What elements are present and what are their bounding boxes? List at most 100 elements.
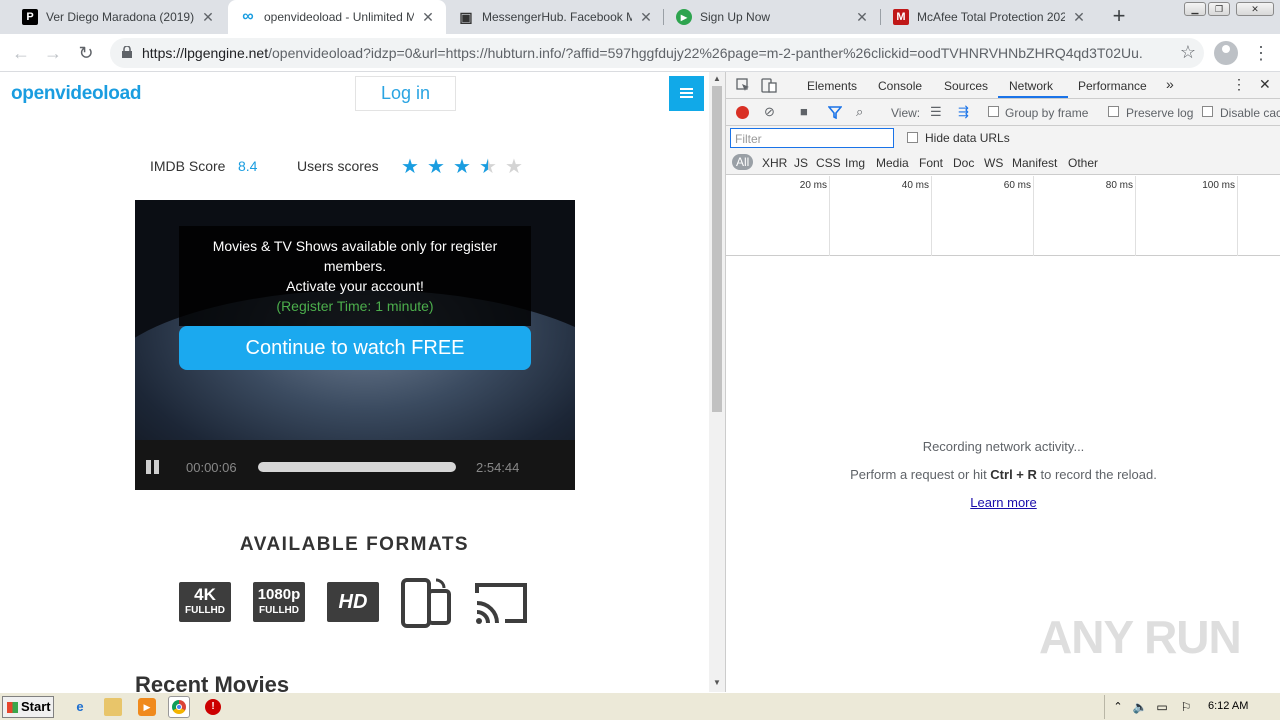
filter-row: Filter Hide data URLs [726,126,1280,151]
hide-data-urls-checkbox[interactable] [907,132,918,143]
close-tab-icon[interactable]: ✕ [1071,9,1087,25]
devtools-tab-sources[interactable]: Sources [944,79,988,93]
minimize-button[interactable]: ▁ [1184,2,1206,16]
timeline-tick: 80 ms [1105,180,1133,191]
type-filter-js[interactable]: JS [794,156,808,170]
browser-tab-active[interactable]: ∞ openvideoload - Unlimited Movie ✕ [228,0,446,34]
internet-explorer-icon[interactable]: e [71,698,89,716]
devtools-tab-console[interactable]: Console [878,79,922,93]
forward-arrow-icon[interactable]: → [41,41,65,65]
close-devtools-icon[interactable]: ✕ [1259,76,1271,93]
security-alert-icon[interactable]: ! [205,699,221,715]
close-tab-icon[interactable]: ✕ [200,9,216,25]
large-rows-icon[interactable]: ☰ [930,104,942,120]
progress-bar[interactable] [258,462,456,472]
shortcut-keys: Ctrl + R [990,467,1037,482]
group-by-frame-checkbox[interactable] [988,106,999,117]
browser-menu-icon[interactable]: ⋮ [1252,41,1270,65]
timeline-tick: 60 ms [1003,180,1031,191]
devtools-tab-performance[interactable]: Performance [1078,79,1147,93]
current-time: 00:00:06 [186,460,237,475]
type-filter-all[interactable]: All [732,154,754,170]
file-explorer-icon[interactable] [104,698,122,716]
restore-button[interactable]: ❐ [1208,2,1230,16]
login-button[interactable]: Log in [355,76,456,111]
learn-more-link[interactable]: Learn more [726,495,1280,510]
timeline-tick: 20 ms [799,180,827,191]
network-timeline: 20 ms 40 ms 60 ms 80 ms 100 ms [726,176,1280,256]
preserve-log-label: Preserve log [1126,106,1194,120]
timeline-tick: 40 ms [901,180,929,191]
more-tabs-icon[interactable]: » [1166,76,1174,92]
new-tab-button[interactable]: + [1108,5,1130,28]
device-toolbar-icon[interactable] [761,77,777,93]
url-text[interactable]: https://lpgengine.net/openvideoload?idzp… [142,45,1142,61]
inspect-element-icon[interactable] [736,78,750,92]
filter-input[interactable]: Filter [730,128,894,148]
type-filter-ws[interactable]: WS [984,156,1003,170]
type-filter-css[interactable]: CSS [816,156,841,170]
video-player[interactable]: Movies & TV Shows available only for reg… [135,200,575,490]
browser-toolbar: ← → ↻ https://lpgengine.net/openvideoloa… [0,34,1280,72]
star-icon: ★ [401,156,419,178]
search-icon[interactable]: ⌕ [856,104,863,120]
resource-type-filters: All XHR JS CSS Img Media Font Doc WS Man… [726,151,1280,175]
back-arrow-icon[interactable]: ← [9,41,33,65]
chrome-taskbar-button[interactable] [168,696,190,718]
browser-tab[interactable]: ▣ MessengerHub. Facebook Messe ✕ [446,0,664,34]
type-filter-doc[interactable]: Doc [953,156,974,170]
devtools-tab-elements[interactable]: Elements [807,79,857,93]
close-window-button[interactable]: ✕ [1236,2,1274,16]
system-tray: ⌃ 🔈 ▭ ⚐ [1104,695,1278,719]
hide-data-urls-label: Hide data URLs [925,131,1010,145]
waterfall-overview-icon[interactable]: ⇶ [958,104,969,120]
preserve-log-checkbox[interactable] [1108,106,1119,117]
type-filter-font[interactable]: Font [919,156,943,170]
type-filter-media[interactable]: Media [876,156,909,170]
favicon-icon: ▣ [459,8,473,25]
volume-icon[interactable]: 🔈 [1131,698,1149,716]
scroll-up-icon[interactable]: ▲ [713,74,721,83]
tab-title: MessengerHub. Facebook Messe [482,10,632,24]
close-tab-icon[interactable]: ✕ [638,9,654,25]
group-by-frame-label: Group by frame [1005,106,1089,120]
close-tab-icon[interactable]: ✕ [854,9,870,25]
pause-icon[interactable] [146,460,160,474]
browser-tab[interactable]: P Ver Diego Maradona (2019) Onli ✕ [10,0,226,34]
hamburger-menu-icon[interactable] [669,76,704,111]
clear-icon[interactable]: ⊘ [764,104,775,120]
reload-icon[interactable]: ↻ [74,41,98,65]
type-filter-other[interactable]: Other [1068,156,1098,170]
media-player-icon[interactable]: ▶ [138,698,156,716]
profile-avatar-icon[interactable] [1214,41,1238,65]
record-icon[interactable] [736,106,749,119]
show-hidden-icons[interactable]: ⌃ [1109,698,1127,716]
type-filter-img[interactable]: Img [845,156,865,170]
type-filter-xhr[interactable]: XHR [762,156,787,170]
url-path: /openvideoload?idzp=0&url=https://hubtur… [268,45,1142,61]
continue-watching-button[interactable]: Continue to watch FREE [179,326,531,370]
close-tab-icon[interactable]: ✕ [420,9,436,25]
scrollbar-thumb[interactable] [712,86,722,412]
site-logo[interactable]: openvideoload [11,83,141,105]
filter-icon[interactable] [828,106,842,119]
network-icon[interactable]: ▭ [1153,698,1171,716]
devtools-tab-network[interactable]: Network [1009,79,1053,93]
devtools-menu-icon[interactable]: ⋮ [1232,76,1246,93]
overlay-activate: Activate your account! [286,278,424,294]
browser-tab[interactable]: ▶ Sign Up Now ✕ [664,0,880,34]
start-button[interactable]: Start [2,696,54,718]
overlay-message: Movies & TV Shows available only for reg… [212,238,498,274]
taskbar-clock[interactable]: 6:12 AM [1208,700,1248,712]
browser-tab[interactable]: M McAfee Total Protection 2020 | ✕ [881,0,1097,34]
address-bar[interactable]: https://lpgengine.net/openvideoload?idzp… [110,38,1204,68]
scroll-down-icon[interactable]: ▼ [713,678,721,687]
action-center-flag-icon[interactable]: ⚐ [1177,698,1195,716]
type-filter-manifest[interactable]: Manifest [1012,156,1057,170]
page-scrollbar[interactable]: ▲ ▼ [709,72,725,692]
bookmark-star-icon[interactable]: ☆ [1180,42,1196,63]
screenshot-camera-icon[interactable]: ■ [800,104,808,119]
windows-taskbar: Start e ▶ ! ⌃ 🔈 ▭ ⚐ 6:12 AM [0,692,1280,720]
disable-cache-checkbox[interactable] [1202,106,1213,117]
tab-title: Ver Diego Maradona (2019) Onli [46,10,194,24]
